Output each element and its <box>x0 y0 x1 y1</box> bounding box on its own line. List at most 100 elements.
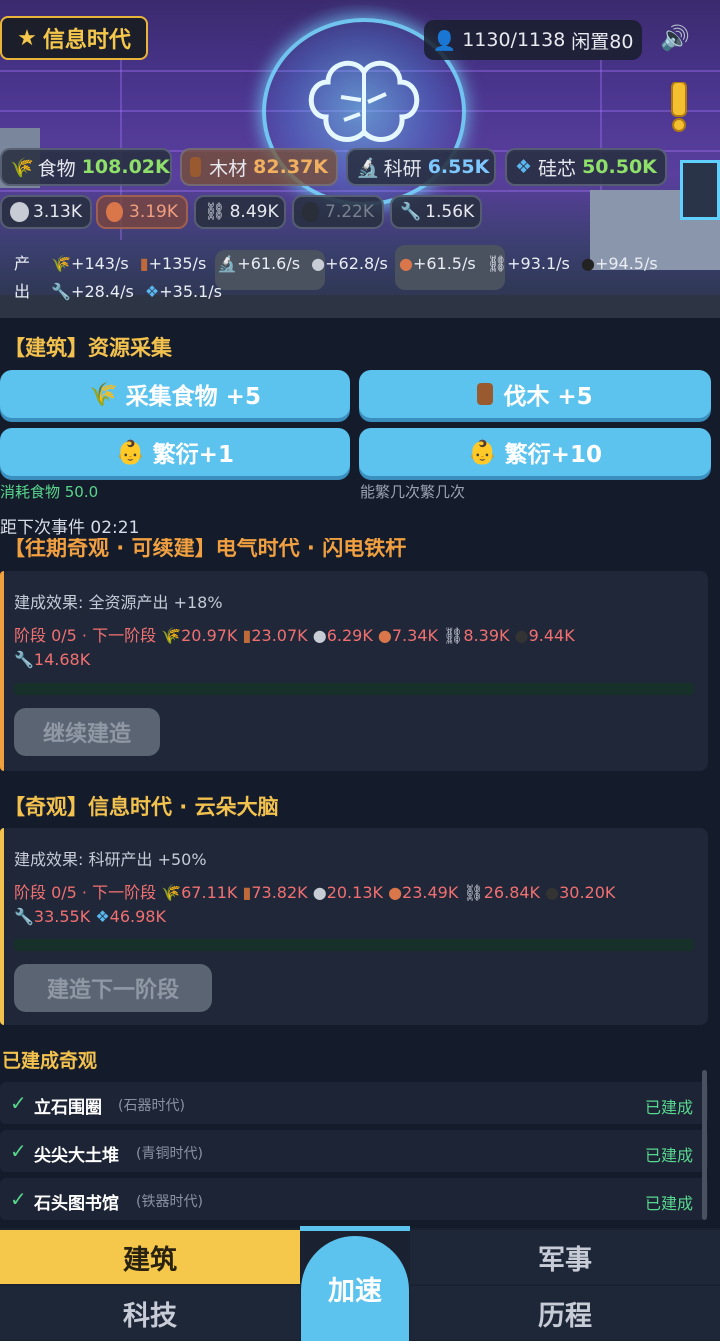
resource-coal: 7.22K <box>292 195 384 229</box>
copper-icon <box>106 202 123 222</box>
wonder2-effect: 建成效果: 科研产出 +50% <box>14 850 207 869</box>
tool-icon: 🔧 <box>14 907 34 926</box>
copper-icon: ● <box>398 254 413 273</box>
wood-log-icon: ▮ <box>242 883 252 902</box>
wonder2-progress-bar <box>14 939 694 951</box>
coal-icon: ● <box>580 254 595 273</box>
wood-log-icon <box>190 157 202 177</box>
stone-icon <box>10 202 29 222</box>
baby-icon: 👶 <box>116 439 145 466</box>
copper-icon: ● <box>377 626 392 645</box>
speed-up-button[interactable]: 加速 <box>301 1236 409 1341</box>
idle-count: 闲置80 <box>571 30 634 53</box>
built-wonder-row: ✓ 石头图书馆 (铁器时代) 已建成 <box>0 1178 708 1220</box>
stone-icon: ● <box>311 254 326 273</box>
chain-icon: ⛓ <box>463 883 484 902</box>
check-icon: ✓ <box>10 1187 27 1211</box>
tab-build[interactable]: 建筑 <box>0 1230 300 1284</box>
chop-wood-button[interactable]: 伐木 +5 <box>359 370 711 418</box>
tool-icon: 🔧 <box>14 650 34 669</box>
breed-max-note: 能繁几次繁几次 <box>360 483 466 501</box>
breed-1-button[interactable]: 👶 繁衍+1 <box>0 428 350 476</box>
wonder1-card: 建成效果: 全资源产出 +18% 阶段 0/5 · 下一阶段 🌾20.97K ▮… <box>0 571 708 771</box>
wonder2-build-button[interactable]: 建造下一阶段 <box>14 964 212 1012</box>
stone-icon: ● <box>312 626 327 645</box>
wood-value: 82.37K <box>253 156 328 178</box>
chain-icon: ⛓ <box>486 254 508 273</box>
speed-indicator-bar <box>300 1226 410 1231</box>
baby-icon: 👶 <box>468 439 497 466</box>
tab-history[interactable]: 历程 <box>410 1286 720 1340</box>
resource-copper: 3.19K <box>96 195 188 229</box>
wood-log-icon: ▮ <box>139 254 149 273</box>
silicon-value: 50.50K <box>582 156 657 178</box>
wheat-icon: 🌾 <box>161 626 182 645</box>
check-icon: ✓ <box>10 1091 27 1115</box>
wheat-icon: 🌾 <box>51 254 72 273</box>
food-value: 108.02K <box>81 156 170 178</box>
built-wonders-title: 已建成奇观 <box>2 1050 98 1072</box>
wonder1-progress-bar <box>14 683 694 695</box>
wood-log-icon <box>477 383 494 405</box>
tab-military[interactable]: 军事 <box>410 1230 720 1284</box>
wheat-icon: 🌾 <box>10 156 34 179</box>
chip-icon: ❖ <box>144 282 160 301</box>
star-icon: ★ <box>17 25 37 51</box>
wonder1-effect: 建成效果: 全资源产出 +18% <box>14 593 223 612</box>
alert-icon[interactable] <box>668 81 690 132</box>
resource-food: 🌾 食物 108.02K <box>0 148 172 186</box>
production-rates-row1: 产 🌾+143/s ▮+135/s 🔬+61.6/s ●+62.8/s ●+61… <box>14 254 658 273</box>
wonder1-title: 【往期奇观 · 可续建】电气时代 · 闪电铁杆 <box>4 538 407 560</box>
chain-icon: ⛓ <box>443 626 464 645</box>
next-event-timer: 距下次事件 02:21 <box>0 518 140 538</box>
chip-building-icon <box>680 160 720 220</box>
wonder2-costs-line2: 🔧33.55K ❖46.98K <box>14 907 166 926</box>
tab-tech[interactable]: 科技 <box>0 1286 300 1340</box>
built-wonder-row: ✓ 尖尖大土堆 (青铜时代) 已建成 <box>0 1130 708 1172</box>
check-icon: ✓ <box>10 1139 27 1163</box>
wonder1-costs-line1: 阶段 0/5 · 下一阶段 🌾20.97K ▮23.07K ●6.29K ●7.… <box>14 626 575 645</box>
tool-icon: 🔧 <box>400 202 422 222</box>
person-icon: 👤 <box>432 29 457 52</box>
sound-icon[interactable]: 🔊 <box>660 24 706 56</box>
microscope-icon: 🔬 <box>217 254 238 273</box>
coal-icon <box>302 202 319 222</box>
resource-iron: ⛓ 8.49K <box>194 195 286 229</box>
breed-cost-note: 消耗食物 50.0 <box>0 483 99 501</box>
copper-icon: ● <box>388 883 403 902</box>
chain-icon: ⛓ <box>204 202 226 222</box>
wonder-scroll-area[interactable]: 【往期奇观 · 可续建】电气时代 · 闪电铁杆 建成效果: 全资源产出 +18%… <box>0 538 720 1228</box>
gather-food-button[interactable]: 🌾 采集食物 +5 <box>0 370 350 418</box>
population-badge: 👤 1130/1138 闲置80 <box>424 20 642 60</box>
production-rates-row2: 出 🔧+28.4/s ❖+35.1/s <box>14 282 222 301</box>
era-title-badge: ★ 信息时代 <box>0 16 148 60</box>
built-wonder-row: ✓ 立石围圈 (石器时代) 已建成 <box>0 1082 708 1124</box>
wheat-icon: 🌾 <box>89 381 118 408</box>
wonder1-costs-line2: 🔧14.68K <box>14 650 91 669</box>
microscope-icon: 🔬 <box>356 156 380 179</box>
population-count: 1130/1138 <box>462 29 566 51</box>
chip-icon: ❖ <box>95 907 110 926</box>
wonder2-card: 建成效果: 科研产出 +50% 阶段 0/5 · 下一阶段 🌾67.11K ▮7… <box>0 828 708 1025</box>
resource-stone: 3.13K <box>0 195 92 229</box>
breed-10-button[interactable]: 👶 繁衍+10 <box>359 428 711 476</box>
coal-icon: ● <box>514 626 529 645</box>
chip-icon: ❖ <box>515 156 533 178</box>
wheat-icon: 🌾 <box>161 883 182 902</box>
stone-icon: ● <box>312 883 327 902</box>
scrollbar[interactable] <box>702 1070 707 1220</box>
research-value: 6.55K <box>427 156 490 178</box>
era-title: 信息时代 <box>42 28 131 53</box>
gather-section-title: 【建筑】资源采集 <box>4 336 172 360</box>
coal-icon: ● <box>545 883 560 902</box>
wonder2-costs-line1: 阶段 0/5 · 下一阶段 🌾67.11K ▮73.82K ●20.13K ●2… <box>14 883 616 902</box>
wonder1-accent-bar <box>0 571 4 771</box>
resource-tools: 🔧 1.56K <box>390 195 482 229</box>
wonder2-accent-bar <box>0 828 4 1025</box>
tool-icon: 🔧 <box>51 282 72 301</box>
resource-wood: 木材 82.37K <box>180 148 338 186</box>
wood-log-icon: ▮ <box>242 626 252 645</box>
wonder2-title: 【奇观】信息时代 · 云朵大脑 <box>4 795 279 819</box>
wonder1-continue-button[interactable]: 继续建造 <box>14 708 160 756</box>
resource-research: 🔬 科研 6.55K <box>346 148 496 186</box>
